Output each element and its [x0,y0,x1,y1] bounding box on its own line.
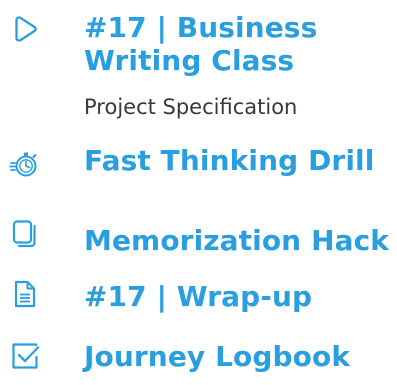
list-item-business-writing-class[interactable]: #17 | Business Writing Class Project Spe… [0,0,397,130]
item-title-line1: #17 | Business [84,11,318,44]
item-title: Fast Thinking Drill [84,144,375,177]
item-title: Memorization Hack [84,224,390,257]
copy-pages-icon [10,219,40,249]
item-subtitle: Project Specification [84,95,298,119]
list-item-journey-logbook[interactable]: Journey Logbook [0,336,397,385]
list-item-wrap-up[interactable]: #17 | Wrap-up [0,277,397,327]
list-item-fast-thinking-drill[interactable]: Fast Thinking Drill [0,132,397,192]
item-title: #17 | Wrap-up [84,280,313,313]
play-outline-icon [10,14,40,44]
document-icon [10,279,40,309]
item-title: Journey Logbook [84,340,351,373]
item-title-line2: Writing Class [84,44,295,77]
checkbox-icon [10,341,40,371]
stopwatch-icon [9,149,40,179]
list-item-memorization-hack[interactable]: Memorization Hack [0,212,397,272]
